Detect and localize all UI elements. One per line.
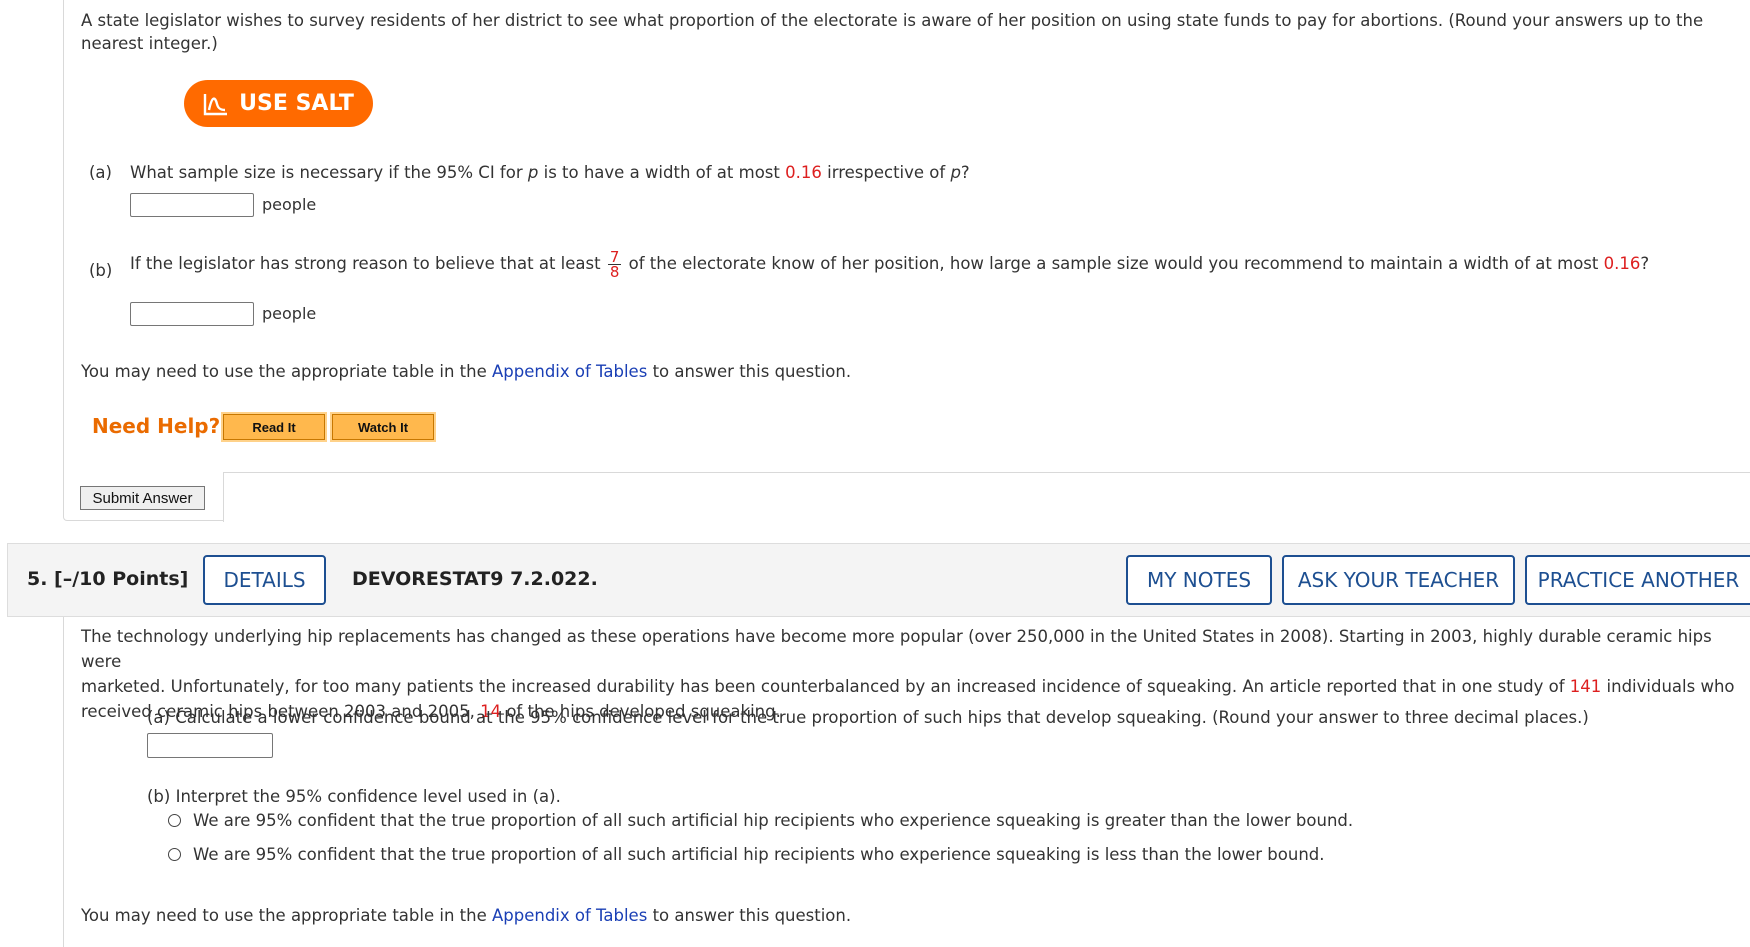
need-help-label: Need Help?	[92, 414, 221, 438]
q5-part-a-answer-input[interactable]	[147, 733, 273, 758]
q5-appendix-of-tables-link[interactable]: Appendix of Tables	[492, 906, 647, 925]
q5-part-a-question: (a) Calculate a lower confidence bound a…	[147, 708, 1589, 727]
part-a-unit: people	[262, 195, 317, 214]
width-value: 0.16	[1603, 254, 1641, 273]
use-salt-label: USE SALT	[239, 91, 354, 116]
part-a-answer-input[interactable]	[130, 193, 254, 217]
appendix-of-tables-link[interactable]: Appendix of Tables	[492, 362, 647, 381]
option-2-label[interactable]: We are 95% confident that the true propo…	[193, 845, 1325, 864]
option-1-label[interactable]: We are 95% confident that the true propo…	[193, 811, 1353, 830]
question-5-title: 5. [–/10 Points]	[27, 568, 189, 590]
part-b-question: If the legislator has strong reason to b…	[130, 248, 1650, 281]
submit-area	[223, 472, 1750, 522]
my-notes-button[interactable]: MY NOTES	[1126, 555, 1272, 605]
part-b-answer-input[interactable]	[130, 302, 254, 326]
part-b-unit: people	[262, 304, 317, 323]
ask-your-teacher-button[interactable]: ASK YOUR TEACHER	[1282, 555, 1515, 605]
salt-chart-icon	[203, 93, 228, 115]
details-button[interactable]: DETAILS	[203, 555, 326, 605]
question-4-intro: A state legislator wishes to survey resi…	[81, 11, 1704, 53]
question-5-code: DEVORESTAT9 7.2.022.	[352, 568, 598, 590]
watch-it-button[interactable]: Watch It	[330, 412, 436, 442]
option-2-radio[interactable]	[168, 848, 181, 861]
width-value: 0.16	[785, 163, 822, 182]
part-b-label: (b)	[89, 261, 113, 280]
read-it-button[interactable]: Read It	[221, 412, 327, 442]
part-a-label: (a)	[89, 163, 112, 182]
option-1-radio[interactable]	[168, 814, 181, 827]
q5-part-b-question: (b) Interpret the 95% confidence level u…	[147, 787, 561, 806]
fraction-seven-eighths: 7 8	[607, 248, 622, 281]
sample-size-value: 141	[1569, 677, 1602, 696]
part-a-question: What sample size is necessary if the 95%…	[130, 163, 970, 182]
q5-appendix-note: You may need to use the appropriate tabl…	[81, 906, 852, 925]
submit-answer-button[interactable]: Submit Answer	[80, 486, 205, 510]
practice-another-button[interactable]: PRACTICE ANOTHER	[1525, 555, 1750, 605]
use-salt-button[interactable]: USE SALT	[184, 80, 373, 127]
appendix-note: You may need to use the appropriate tabl…	[81, 362, 852, 381]
